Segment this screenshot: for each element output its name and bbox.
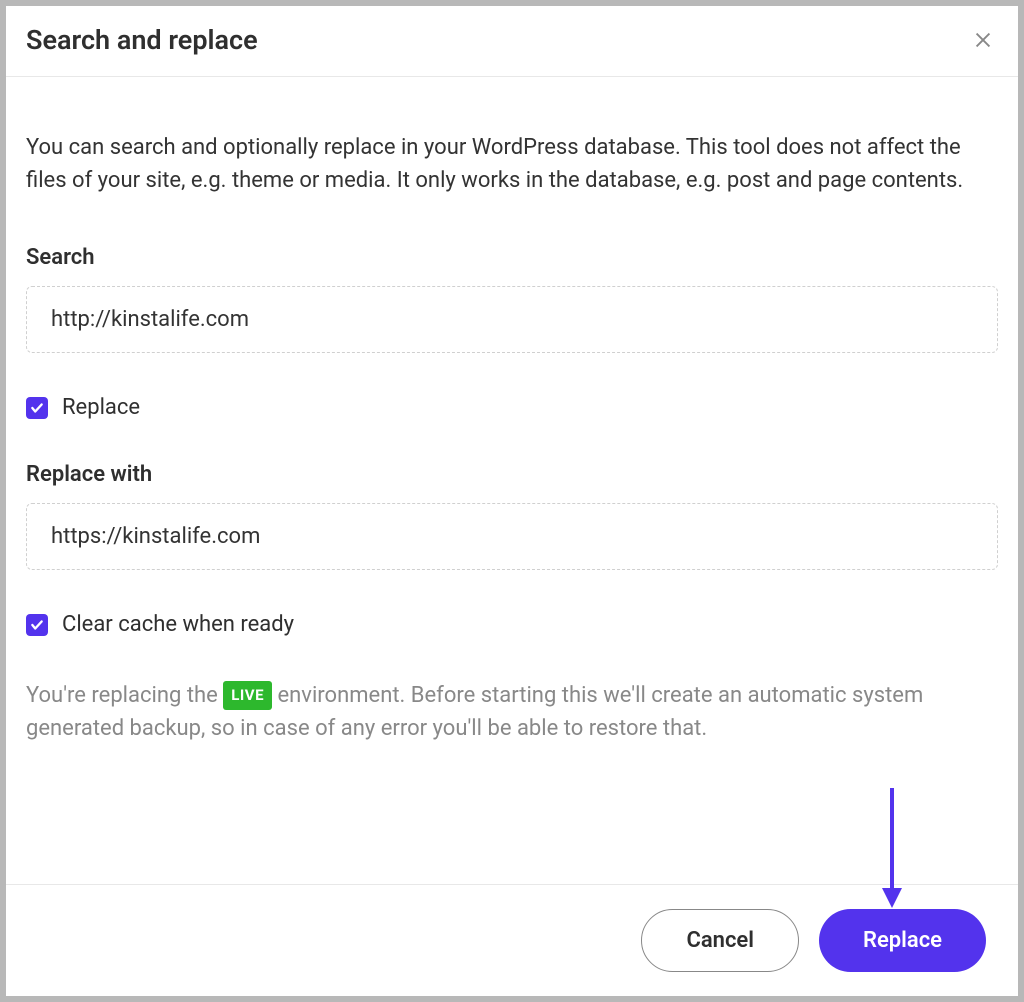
description-text: You can search and optionally replace in… bbox=[26, 131, 998, 197]
check-icon bbox=[30, 401, 44, 415]
modal-header: Search and replace bbox=[6, 6, 1018, 77]
live-badge: LIVE bbox=[223, 681, 272, 710]
replace-with-label: Replace with bbox=[26, 462, 998, 487]
modal-footer: Cancel Replace bbox=[6, 884, 1018, 996]
replace-checkbox[interactable] bbox=[26, 397, 48, 419]
search-group: Search bbox=[26, 245, 998, 353]
replace-button[interactable]: Replace bbox=[819, 909, 986, 972]
close-icon bbox=[972, 29, 994, 51]
search-label: Search bbox=[26, 245, 998, 270]
search-replace-modal: Search and replace You can search and op… bbox=[6, 6, 1018, 996]
replace-checkbox-row: Replace bbox=[26, 395, 998, 420]
clear-cache-checkbox-row: Clear cache when ready bbox=[26, 612, 998, 637]
cancel-button[interactable]: Cancel bbox=[641, 909, 799, 972]
check-icon bbox=[30, 618, 44, 632]
modal-title: Search and replace bbox=[26, 24, 258, 56]
clear-cache-checkbox-label: Clear cache when ready bbox=[62, 612, 294, 637]
clear-cache-checkbox[interactable] bbox=[26, 614, 48, 636]
modal-body: You can search and optionally replace in… bbox=[6, 77, 1018, 884]
search-input[interactable] bbox=[26, 286, 998, 353]
replace-with-input[interactable] bbox=[26, 503, 998, 570]
warning-prefix: You're replacing the bbox=[26, 683, 223, 708]
replace-with-group: Replace with bbox=[26, 462, 998, 570]
replace-checkbox-label: Replace bbox=[62, 395, 140, 420]
warning-text: You're replacing the LIVE environment. B… bbox=[26, 679, 998, 745]
close-button[interactable] bbox=[968, 25, 998, 55]
